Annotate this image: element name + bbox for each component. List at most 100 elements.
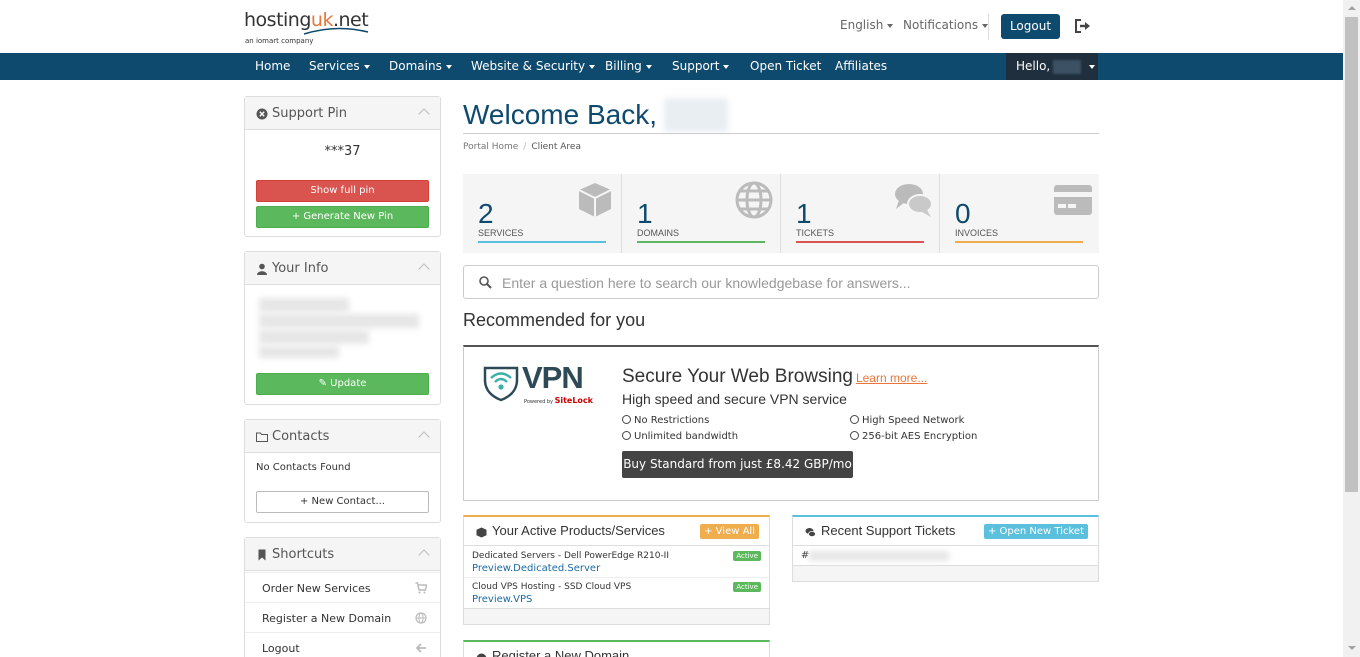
pencil-icon: ✎ xyxy=(318,378,331,389)
chevron-up-icon[interactable] xyxy=(418,549,430,561)
shortcut-order-services[interactable]: Order New Services xyxy=(245,572,440,602)
times-circle-icon xyxy=(256,108,268,120)
stats-tiles: 2 Services 1 Domains 1 Tickets 0 Invoice… xyxy=(463,174,1099,253)
nav-website-security[interactable]: Website & Security xyxy=(471,53,596,80)
ticket-row[interactable]: # xyxy=(793,547,1098,566)
panel-header[interactable]: Shortcuts xyxy=(245,538,440,571)
hostinguk-logo[interactable]: hostinguk.net an iomart company xyxy=(244,8,374,46)
top-header: hostinguk.net an iomart company English … xyxy=(0,0,1343,53)
main-nav: Home Services Domains Website & Security… xyxy=(0,53,1343,80)
product-domain[interactable]: Preview.VPS xyxy=(472,594,532,605)
open-new-ticket-button[interactable]: + Open New Ticket xyxy=(983,524,1088,539)
shortcut-logout[interactable]: Logout xyxy=(245,632,440,657)
vpn-powered-by: Powered by SiteLock xyxy=(524,396,593,405)
breadcrumb-portal-home[interactable]: Portal Home xyxy=(463,142,518,152)
redacted-username xyxy=(1053,59,1082,74)
chevron-up-icon[interactable] xyxy=(418,431,430,443)
comments-icon xyxy=(895,184,933,217)
recent-tickets-panel: Recent Support Tickets + Open New Ticket… xyxy=(792,515,1099,582)
welcome-heading: Welcome Back, xyxy=(463,99,657,130)
nav-affiliates[interactable]: Affiliates xyxy=(835,53,887,80)
check-circle-icon xyxy=(850,431,859,440)
feature-item: No Restrictions xyxy=(622,415,709,426)
update-info-button[interactable]: ✎ Update xyxy=(256,373,429,395)
bookmark-icon xyxy=(258,549,266,561)
chevron-down-icon xyxy=(363,64,370,69)
product-row[interactable]: Cloud VPS Hosting - SSD Cloud VPS Previe… xyxy=(464,578,769,609)
panel-header: Your Active Products/Services + View All xyxy=(464,517,769,546)
product-row[interactable]: Dedicated Servers - Dell PowerEdge R210-… xyxy=(464,547,769,578)
comments-icon xyxy=(805,528,816,537)
notifications-dropdown[interactable]: Notifications xyxy=(903,18,989,32)
breadcrumb-client-area: Client Area xyxy=(531,142,581,152)
panel-footer xyxy=(793,565,1098,581)
user-menu[interactable]: Hello, xyxy=(1006,53,1098,80)
panel-title: Contacts xyxy=(272,429,330,444)
shortcuts-panel: Shortcuts Order New Services Register a … xyxy=(244,537,441,657)
tile-tickets[interactable]: 1 Tickets xyxy=(781,174,940,253)
your-info-panel: Your Info ✎ Update xyxy=(244,251,441,405)
generate-pin-button[interactable]: + Generate New Pin xyxy=(256,206,429,228)
shortcut-register-domain[interactable]: Register a New Domain xyxy=(245,602,440,632)
logo-swoosh-icon xyxy=(303,27,369,35)
nav-home[interactable]: Home xyxy=(255,53,290,80)
status-badge: Active xyxy=(733,582,761,592)
tile-underline xyxy=(637,241,765,243)
vpn-heading: Secure Your Web Browsing Learn more... xyxy=(622,366,928,387)
nav-services[interactable]: Services xyxy=(309,53,370,80)
tile-services[interactable]: 2 Services xyxy=(463,174,622,253)
nav-open-ticket[interactable]: Open Ticket xyxy=(750,53,821,80)
chevron-up-icon[interactable] xyxy=(418,108,430,120)
logout-button[interactable]: Logout xyxy=(1001,14,1060,39)
tile-domains[interactable]: 1 Domains xyxy=(622,174,781,253)
user-icon xyxy=(257,263,267,275)
new-contact-button[interactable]: + New Contact... xyxy=(256,491,429,513)
shield-wifi-icon xyxy=(483,366,519,402)
redacted-ticket xyxy=(809,551,949,561)
panel-header[interactable]: Contacts xyxy=(245,420,440,453)
divider xyxy=(463,133,1099,134)
nav-domains[interactable]: Domains xyxy=(389,53,452,80)
product-domain[interactable]: Preview.Dedicated.Server xyxy=(472,563,600,574)
redacted-info xyxy=(259,314,419,328)
redacted-name xyxy=(664,98,728,132)
tile-label: Services xyxy=(478,228,524,238)
scroll-thumb[interactable] xyxy=(1345,17,1358,492)
panel-title: Support Pin xyxy=(272,106,347,121)
register-domain-panel: Register a New Domain xyxy=(463,640,770,657)
feature-item: Unlimited bandwidth xyxy=(622,431,738,442)
vpn-promo: VPN Powered by SiteLock Secure Your Web … xyxy=(463,345,1099,501)
contacts-panel: Contacts No Contacts Found + New Contact… xyxy=(244,419,441,523)
chevron-down-icon xyxy=(589,64,596,69)
cube-icon xyxy=(578,183,612,217)
panel-header[interactable]: Your Info xyxy=(245,252,440,285)
redacted-info xyxy=(259,298,349,312)
language-dropdown[interactable]: English xyxy=(840,18,894,32)
show-full-pin-button[interactable]: Show full pin xyxy=(256,180,429,202)
chevron-down-icon xyxy=(445,64,452,69)
page-scrollbar[interactable] xyxy=(1343,0,1360,657)
cube-icon xyxy=(476,527,487,538)
recommended-heading: Recommended for you xyxy=(463,310,646,330)
vpn-subheading: High speed and secure VPN service xyxy=(622,391,847,407)
panel-title: Your Active Products/Services xyxy=(492,523,665,538)
view-all-button[interactable]: + View All xyxy=(700,524,759,539)
panel-header[interactable]: Support Pin xyxy=(245,97,440,130)
scroll-up-icon[interactable] xyxy=(1348,6,1356,10)
nav-support[interactable]: Support xyxy=(672,53,730,80)
status-badge: Active xyxy=(733,551,761,561)
tile-underline xyxy=(478,241,606,243)
chevron-down-icon xyxy=(1089,64,1096,69)
buy-vpn-button[interactable]: Buy Standard from just £8.42 GBP/mo xyxy=(622,451,853,478)
chevron-up-icon[interactable] xyxy=(418,263,430,275)
exit-icon[interactable] xyxy=(1074,18,1092,34)
kb-search-input[interactable] xyxy=(502,272,1082,294)
tile-label: Tickets xyxy=(796,228,835,238)
redacted-info xyxy=(259,330,369,344)
tile-underline xyxy=(955,241,1083,243)
nav-billing[interactable]: Billing xyxy=(605,53,652,80)
kb-search-box xyxy=(463,265,1099,299)
tile-invoices[interactable]: 0 Invoices xyxy=(940,174,1099,253)
learn-more-link[interactable]: Learn more... xyxy=(856,371,927,385)
scroll-down-icon[interactable] xyxy=(1348,646,1356,650)
